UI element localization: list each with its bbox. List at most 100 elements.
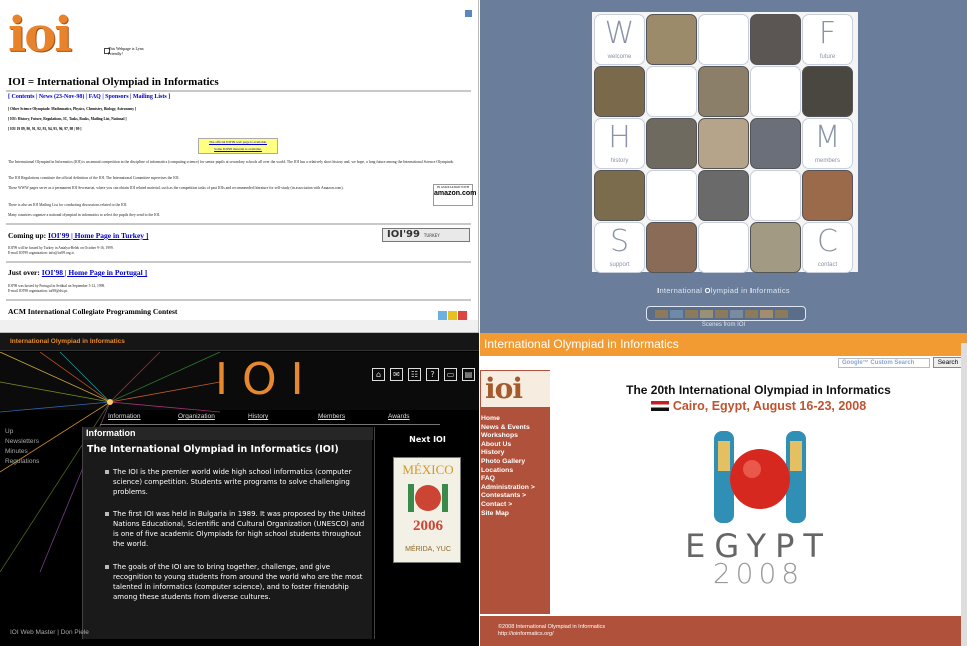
regulations-paragraph: The IOI Regulations constitute the offic… [8, 176, 180, 180]
help-icon[interactable]: ? [426, 368, 439, 381]
ioi-logo[interactable]: ioi [481, 371, 550, 407]
content-panel: Information The International Olympiad i… [82, 427, 373, 639]
menu-information[interactable]: Information [108, 413, 141, 420]
ioi99-banner[interactable]: IOI'99 TURKEY [382, 228, 470, 242]
window-icon[interactable]: ▭ [444, 368, 457, 381]
thumb[interactable] [745, 310, 758, 318]
thumb[interactable] [655, 310, 668, 318]
nav-about-us[interactable]: About Us [481, 441, 535, 450]
acm-icon[interactable] [458, 311, 467, 320]
nav-site-map[interactable]: Site Map [481, 510, 535, 519]
ioi-links[interactable]: [ IOI: History, Future, Regulations, IC,… [8, 117, 127, 121]
coming-up-links[interactable]: IOI'99 | Home Page in Turkey ] [48, 231, 148, 240]
side-minutes[interactable]: Minutes [5, 447, 39, 457]
sitemap-icon[interactable]: ☷ [408, 368, 421, 381]
thumb[interactable] [775, 310, 788, 318]
thumb[interactable] [685, 310, 698, 318]
blank-tile [646, 170, 697, 221]
nav-faq[interactable]: FAQ [481, 475, 535, 484]
nav-photo-gallery[interactable]: Photo Gallery [481, 458, 535, 467]
thumb[interactable] [700, 310, 713, 318]
notice-ioi99[interactable]: The official IOI'99 web page is availabl… [199, 139, 277, 146]
egypt-flag-icon [650, 401, 669, 411]
amazon-badge[interactable]: IN ASSOCIATION WITH amazon.com [433, 184, 476, 206]
photo-tile[interactable] [698, 118, 749, 169]
photo-tile[interactable] [802, 66, 853, 117]
nav-home[interactable]: Home [481, 415, 535, 424]
acm-icon[interactable] [448, 311, 457, 320]
acm-icon[interactable] [438, 311, 447, 320]
nav-locations[interactable]: Locations [481, 467, 535, 476]
nav-news-events[interactable]: News & Events [481, 424, 535, 433]
photo-tile[interactable] [594, 66, 645, 117]
side-newsletters[interactable]: Newsletters [5, 437, 39, 447]
blank-tile [698, 222, 749, 273]
scrollbar[interactable] [961, 343, 967, 646]
ioi-2008-emblem [714, 431, 806, 523]
mexico-2006-poster[interactable]: MÉXICO 2006 MÉRIDA, YUC [393, 457, 461, 563]
print-icon[interactable]: ▤ [462, 368, 475, 381]
photo-tile[interactable] [594, 170, 645, 221]
nav-contestants[interactable]: Contestants > [481, 492, 535, 501]
photo-tile[interactable] [646, 118, 697, 169]
thumb[interactable] [730, 310, 743, 318]
next-ioi-panel: Next IOI MÉXICO 2006 MÉRIDA, YUC [374, 427, 479, 639]
site-url[interactable]: http://ioinformatics.org/ [498, 631, 554, 637]
home-icon[interactable]: ⌂ [372, 368, 385, 381]
other-olympiads-links[interactable]: [ Other Science Olympiads: Mathematics, … [8, 107, 136, 111]
menu-history[interactable]: History [248, 413, 268, 420]
site-caption: International Olympiad in Informatics [657, 286, 790, 295]
tile-support[interactable]: Ssupport [594, 222, 645, 273]
tile-members[interactable]: Mmembers [802, 118, 853, 169]
menu-organization[interactable]: Organization [178, 413, 215, 420]
blank-tile [750, 170, 801, 221]
tile-future[interactable]: Ffuture [802, 14, 853, 65]
just-over-links[interactable]: IOI'98 | Home Page in Portugal ] [42, 268, 147, 277]
nav-history[interactable]: History [481, 449, 535, 458]
side-regulations[interactable]: Regulations [5, 457, 39, 467]
blank-tile [698, 14, 749, 65]
photo-tile[interactable] [802, 170, 853, 221]
photo-tile[interactable] [646, 222, 697, 273]
coming-up-heading: Coming up: IOI'99 | Home Page in Turkey … [8, 231, 149, 240]
ioi-years-links[interactable]: [ IOI 19 89, 90, 91, 92, 93, 94, 95, 96,… [8, 127, 81, 131]
nav-contact[interactable]: Contact > [481, 501, 535, 510]
menu-members[interactable]: Members [318, 413, 345, 420]
thumb[interactable] [715, 310, 728, 318]
nav-sponsors[interactable]: | Sponsors [102, 94, 128, 100]
header-bar: International Olympiad in Informatics [480, 333, 967, 356]
menu-awards[interactable]: Awards [388, 413, 410, 420]
thumb[interactable] [670, 310, 683, 318]
photo-tile[interactable] [750, 222, 801, 273]
nav-administration[interactable]: Administration > [481, 484, 535, 493]
scenes-strip[interactable] [646, 306, 806, 321]
nav-workshops[interactable]: Workshops [481, 432, 535, 441]
nav-mailing-lists[interactable]: | Mailing Lists ] [130, 94, 170, 100]
corner-icon[interactable] [465, 10, 472, 17]
intro-paragraph: The International Olympiad in Informatic… [8, 160, 454, 164]
nav-contents[interactable]: [ Contents [8, 94, 35, 100]
nav-news[interactable]: | News (23-Nov-98) [36, 94, 84, 100]
bullet-item: The first IOI was held in Bulgaria in 19… [105, 509, 371, 549]
search-input[interactable]: Google™ Custom Search [838, 358, 930, 368]
tile-welcome[interactable]: Wwelcome [594, 14, 645, 65]
content-heading: The International Olympiad in Informatic… [87, 444, 339, 455]
photo-tile[interactable] [698, 66, 749, 117]
thumb[interactable] [760, 310, 773, 318]
photo-tile[interactable] [750, 118, 801, 169]
ioi99-notice[interactable]: The official IOI'99 web page is availabl… [198, 138, 278, 154]
notice-ioi98[interactable]: Some IOI'98 material is available. [199, 146, 277, 153]
bullet-item: The goals of the IOI are to bring togeth… [105, 562, 371, 602]
ioi-logo[interactable]: ioi [8, 10, 100, 60]
mail-icon[interactable]: ✉ [390, 368, 403, 381]
search-button[interactable]: Search [933, 357, 963, 368]
tile-contact[interactable]: Ccontact [802, 222, 853, 273]
lynx-badge: This Webpage is Lynx Friendly! [108, 46, 144, 56]
side-up[interactable]: Up [5, 427, 39, 437]
photo-tile[interactable] [750, 14, 801, 65]
nav-faq[interactable]: | FAQ [86, 94, 101, 100]
photo-tile[interactable] [646, 14, 697, 65]
tile-history[interactable]: Hhistory [594, 118, 645, 169]
photo-tile[interactable] [698, 170, 749, 221]
main-menu: Information Organization History Members… [100, 413, 440, 425]
